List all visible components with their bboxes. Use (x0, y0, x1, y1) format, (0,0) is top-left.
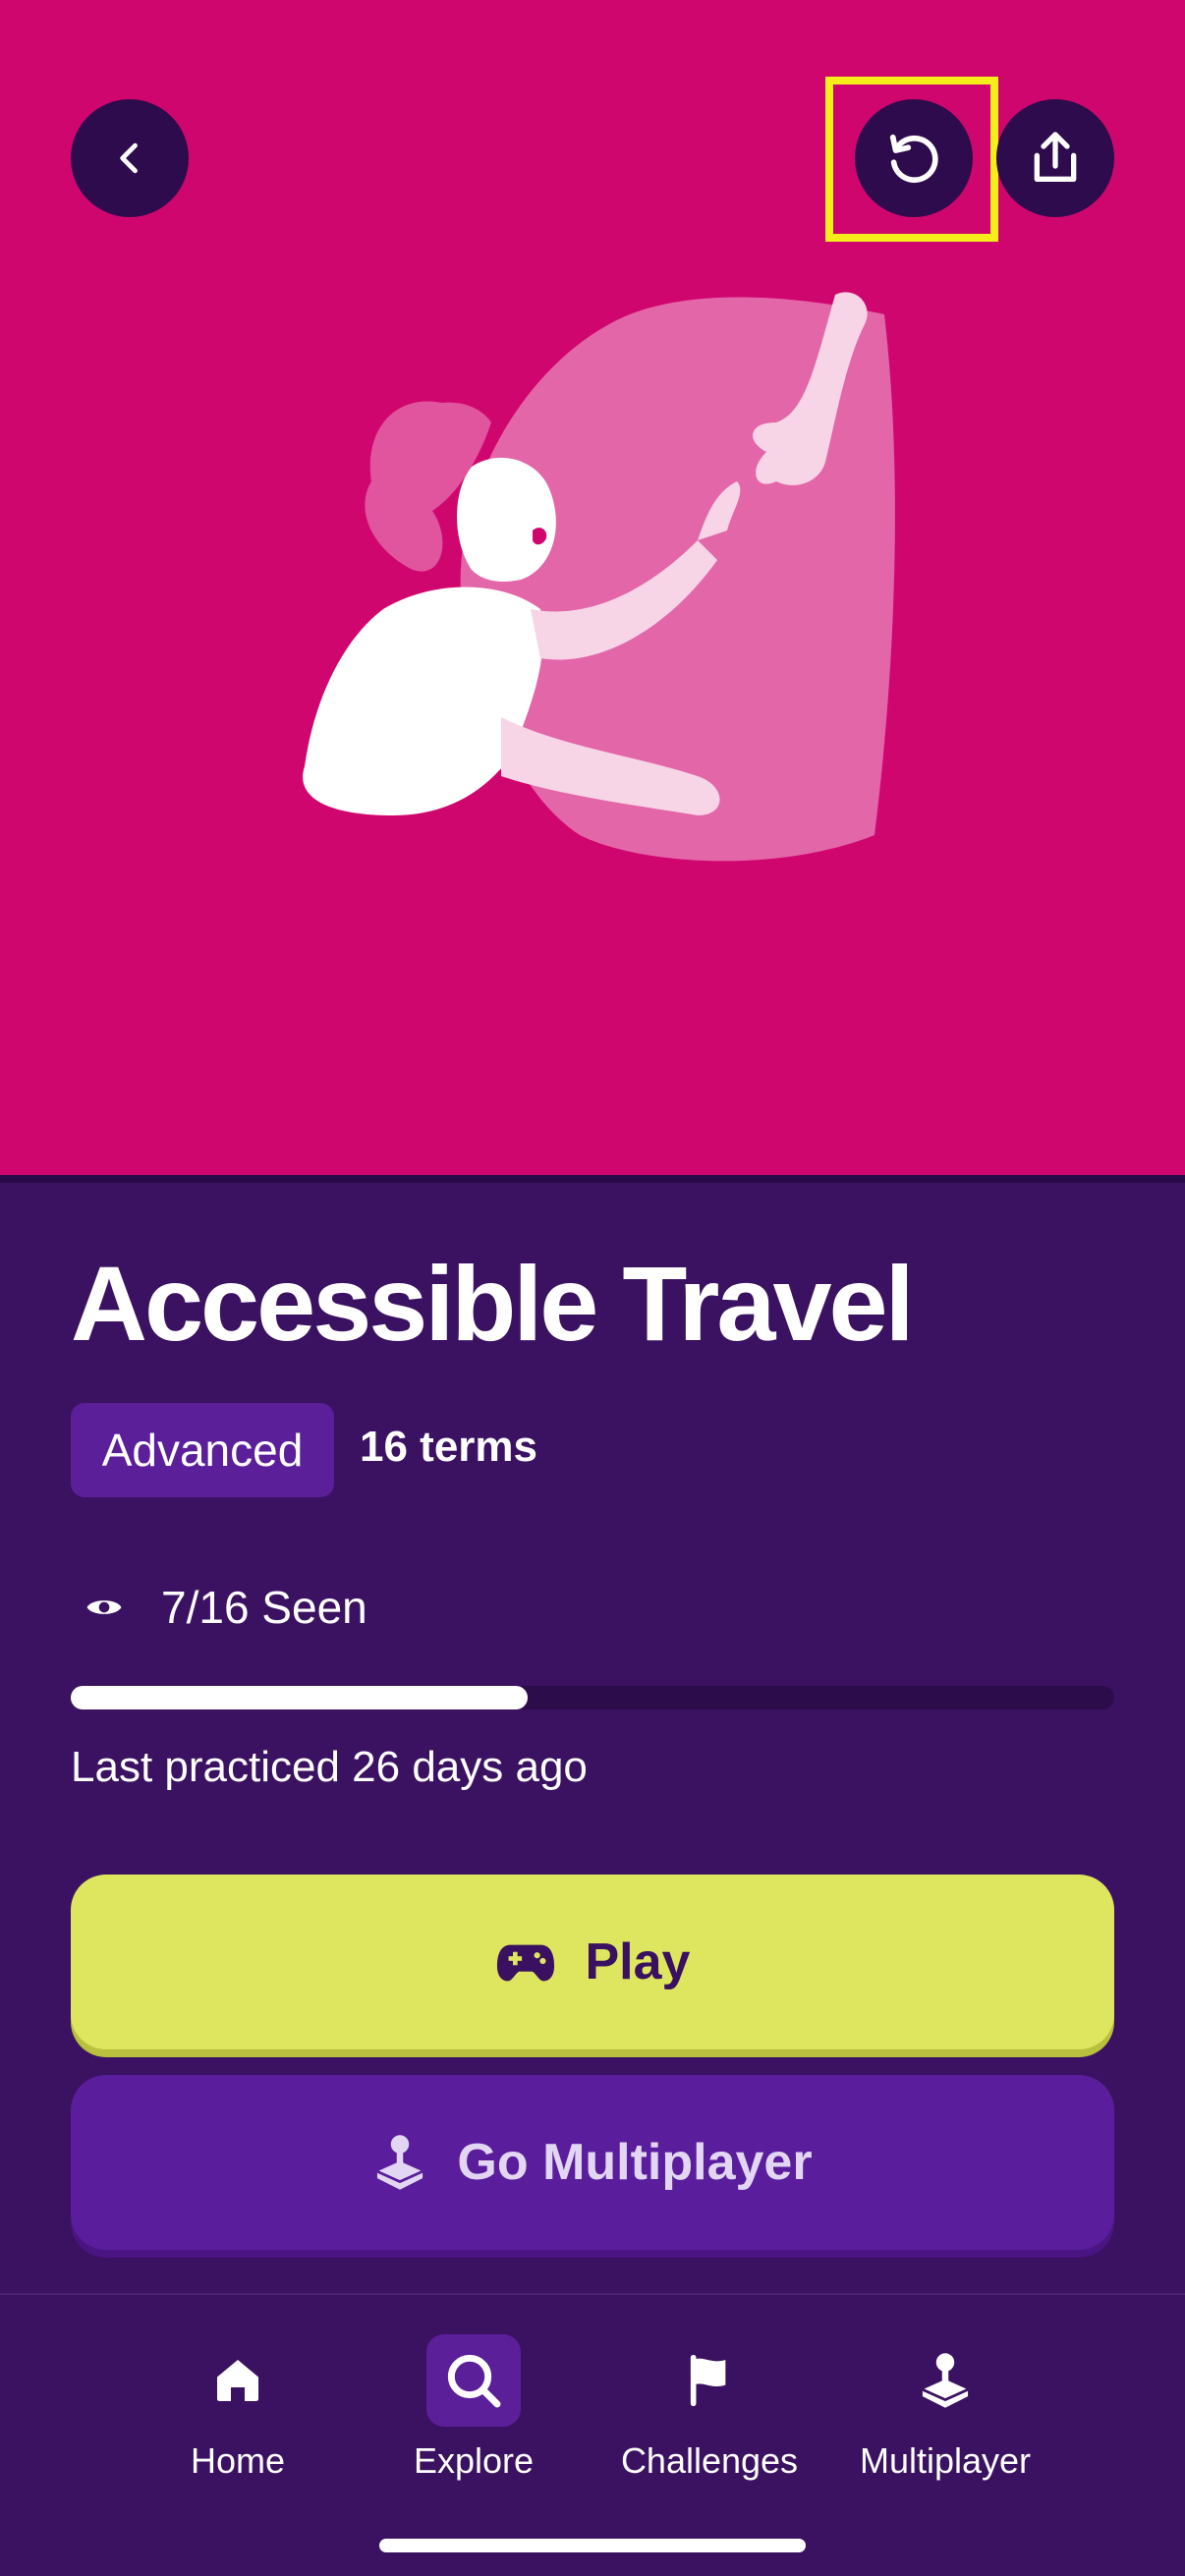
nav-icon-container (191, 2334, 285, 2427)
nav-label-challenges: Challenges (620, 2440, 799, 2481)
seen-row: 7/16 Seen (85, 1576, 367, 1639)
go-multiplayer-button[interactable]: Go Multiplayer (71, 2075, 1114, 2250)
search-icon (447, 2354, 501, 2408)
nav-icon-container (662, 2334, 757, 2427)
travel-illustration (303, 292, 895, 862)
joystick-icon (922, 2353, 969, 2408)
gamepad-icon (496, 1944, 554, 1982)
highlight-box (825, 77, 998, 242)
nav-icon-container (898, 2334, 992, 2427)
terms-count: 16 terms (360, 1423, 538, 1471)
play-button[interactable]: Play (71, 1875, 1114, 2049)
nav-item-multiplayer[interactable]: Multiplayer (827, 2334, 1063, 2482)
home-icon (217, 2360, 258, 2401)
deck-title: Accessible Travel (71, 1244, 915, 1363)
flag-icon (690, 2354, 726, 2407)
share-button[interactable] (996, 99, 1114, 217)
nav-item-home[interactable]: Home (120, 2334, 356, 2482)
last-practiced: Last practiced 26 days ago (71, 1743, 588, 1791)
nav-label-home: Home (190, 2440, 286, 2481)
multiplayer-label: Go Multiplayer (457, 2134, 813, 2191)
home-indicator (379, 2539, 806, 2552)
nav-item-challenges[interactable]: Challenges (592, 2334, 827, 2482)
progress-fill (71, 1686, 528, 1709)
nav-icon-container-active (426, 2334, 521, 2427)
joystick-icon (376, 2135, 424, 2190)
play-label: Play (585, 1933, 691, 1990)
eye-icon (86, 1600, 122, 1614)
nav-label-multiplayer: Multiplayer (859, 2440, 1032, 2481)
nav-item-explore[interactable]: Explore (356, 2334, 592, 2482)
back-button[interactable] (71, 99, 189, 217)
share-icon (1034, 132, 1077, 182)
level-badge: Advanced (71, 1403, 334, 1497)
nav-label-explore: Explore (413, 2440, 535, 2481)
hero-divider (0, 1175, 1185, 1183)
seen-count: 7/16 Seen (161, 1582, 367, 1633)
chevron-left-icon (120, 142, 138, 174)
progress-bar (71, 1686, 1114, 1709)
